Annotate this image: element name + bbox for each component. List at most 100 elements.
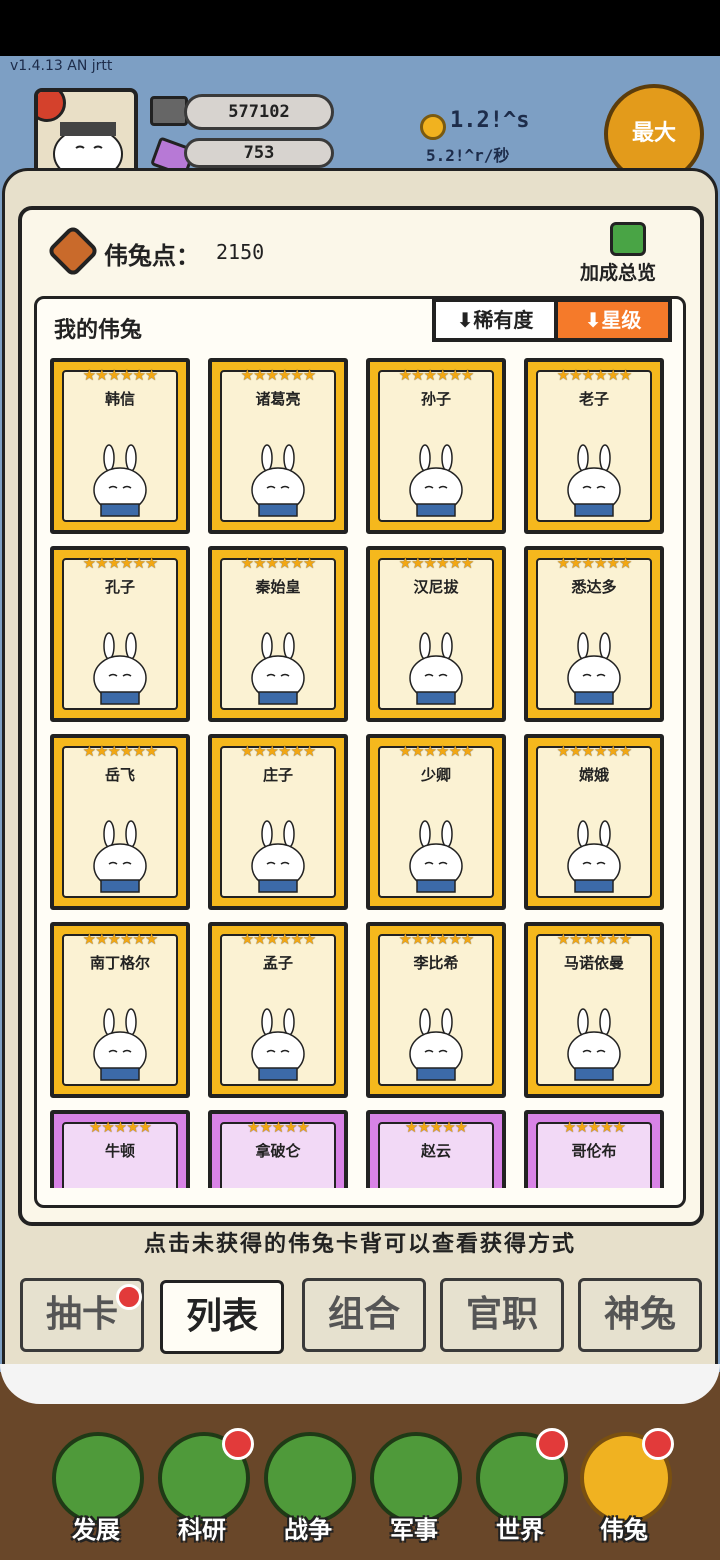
card-name: 孔子 (104, 578, 135, 596)
card-stars: ★★★★★★ (82, 930, 159, 948)
arrow-down-icon: ⬇ (584, 308, 602, 332)
bunny-portrait-icon (567, 444, 621, 517)
coin-per-second: 5.2!^r/秒 (426, 146, 510, 165)
card-name: 拿破仑 (255, 1142, 301, 1160)
card-stars: ★★★★★★ (556, 930, 633, 948)
card-name: 牛顿 (104, 1142, 135, 1160)
coin-icon (420, 114, 446, 140)
document-icon[interactable] (610, 222, 646, 256)
card-stars: ★★★★★★ (82, 554, 159, 572)
hero-card[interactable]: ★★★★★★ 汉尼拔 (366, 546, 506, 722)
hero-card[interactable]: ★★★★★ 赵云 (366, 1110, 506, 1188)
status-bar (0, 0, 720, 56)
card-grid: ★★★★★★ 韩信 ★★★★★★ 诸葛亮 ★★★★★★ 孙子 ★★★★★★ 老子 ★★★★★★ 孔… (50, 358, 670, 1188)
bunny-portrait-icon (567, 820, 621, 893)
bunny-portrait-icon (93, 1008, 147, 1081)
bunny-portrait-icon (251, 820, 305, 893)
card-name: 岳飞 (104, 766, 135, 784)
sort-by-star-button[interactable]: ⬇星级 (554, 298, 672, 342)
notification-dot (116, 1284, 142, 1310)
bunny-portrait-icon (251, 1008, 305, 1081)
nav-weitu[interactable]: 伟兔 (574, 1510, 674, 1545)
sort-rarity-label: 稀有度 (473, 308, 534, 332)
hero-card[interactable]: ★★★★★★ 李比希 (366, 922, 506, 1098)
card-name: 韩信 (104, 390, 135, 408)
notification-dot (222, 1428, 254, 1460)
bonus-overview-button[interactable]: 加成总览 (580, 258, 656, 285)
version-label: v1.4.13 AN jrtt (10, 58, 113, 74)
card-name: 少卿 (420, 766, 451, 784)
card-stars: ★★★★★★ (398, 930, 475, 948)
card-stars: ★★★★★ (562, 1118, 626, 1136)
card-name: 马诺依曼 (563, 954, 624, 972)
bunny-portrait-icon (409, 444, 463, 517)
card-name: 庄子 (262, 766, 293, 784)
hero-card[interactable]: ★★★★★ 牛顿 (50, 1110, 190, 1188)
hero-card[interactable]: ★★★★★★ 老子 (524, 358, 664, 534)
bunny-portrait-icon (93, 632, 147, 705)
card-name: 汉尼拔 (413, 578, 459, 596)
hero-card[interactable]: ★★★★★★ 韩信 (50, 358, 190, 534)
bunny-portrait-icon (251, 632, 305, 705)
sort-star-label: 星级 (601, 308, 642, 332)
notification-dot (536, 1428, 568, 1460)
bunny-portrait-icon (93, 820, 147, 893)
hero-card[interactable]: ★★★★★ 拿破仑 (208, 1110, 348, 1188)
player-avatar[interactable] (34, 88, 138, 180)
gold-bar-icon (150, 96, 188, 126)
arrow-down-icon: ⬇ (456, 308, 474, 332)
card-name: 南丁格尔 (89, 954, 150, 972)
card-stars: ★★★★★★ (398, 742, 475, 760)
sort-by-rarity-button[interactable]: ⬇稀有度 (432, 298, 558, 342)
nav-develop[interactable]: 发展 (46, 1510, 146, 1545)
hero-card[interactable]: ★★★★★★ 悉达多 (524, 546, 664, 722)
hero-card[interactable]: ★★★★★★ 孟子 (208, 922, 348, 1098)
hero-card[interactable]: ★★★★★★ 孙子 (366, 358, 506, 534)
nav-research[interactable]: 科研 (152, 1510, 252, 1545)
hero-card[interactable]: ★★★★★★ 庄子 (208, 734, 348, 910)
card-name: 嫦娥 (578, 766, 609, 784)
nav-military[interactable]: 军事 (364, 1510, 464, 1545)
card-name: 悉达多 (571, 578, 617, 596)
card-stars: ★★★★★★ (82, 742, 159, 760)
hero-card[interactable]: ★★★★★★ 孔子 (50, 546, 190, 722)
hero-card[interactable]: ★★★★★★ 秦始皇 (208, 546, 348, 722)
bunny-portrait-icon (409, 632, 463, 705)
bunny-avatar-icon (53, 122, 123, 176)
hero-card[interactable]: ★★★★★★ 嫦娥 (524, 734, 664, 910)
card-stars: ★★★★★★ (240, 366, 317, 384)
card-name: 诸葛亮 (255, 390, 301, 408)
nav-world[interactable]: 世界 (470, 1510, 570, 1545)
card-name: 孟子 (262, 954, 293, 972)
tab-list[interactable]: 列表 (160, 1280, 284, 1354)
card-name: 孙子 (420, 390, 451, 408)
hero-card[interactable]: ★★★★★★ 少卿 (366, 734, 506, 910)
card-stars: ★★★★★★ (240, 930, 317, 948)
hero-card[interactable]: ★★★★★★ 南丁格尔 (50, 922, 190, 1098)
card-stars: ★★★★★★ (398, 366, 475, 384)
hero-card[interactable]: ★★★★★★ 马诺依曼 (524, 922, 664, 1098)
hero-card[interactable]: ★★★★★★ 岳飞 (50, 734, 190, 910)
tab-combo[interactable]: 组合 (302, 1278, 426, 1352)
card-name: 老子 (578, 390, 609, 408)
bunny-portrait-icon (567, 1008, 621, 1081)
gold-bar-count: 577102 (184, 94, 334, 130)
card-stars: ★★★★★ (88, 1118, 152, 1136)
bunny-portrait-icon (409, 1008, 463, 1081)
list-title: 我的伟兔 (54, 318, 143, 343)
hero-card[interactable]: ★★★★★★ 诸葛亮 (208, 358, 348, 534)
bunny-portrait-icon (251, 444, 305, 517)
gem-count: 753 (184, 138, 334, 168)
bunny-portrait-icon (93, 444, 147, 517)
coin-rate: 1.2!^s (450, 108, 530, 133)
tab-divine[interactable]: 神兔 (578, 1278, 702, 1352)
nav-war[interactable]: 战争 (258, 1510, 358, 1545)
hero-card[interactable]: ★★★★★ 哥伦布 (524, 1110, 664, 1188)
card-stars: ★★★★★ (404, 1118, 468, 1136)
card-stars: ★★★★★★ (556, 554, 633, 572)
snow-decoration (0, 1364, 720, 1404)
notification-dot (642, 1428, 674, 1460)
card-name: 赵云 (420, 1142, 451, 1160)
tab-office[interactable]: 官职 (440, 1278, 564, 1352)
card-stars: ★★★★★★ (240, 742, 317, 760)
